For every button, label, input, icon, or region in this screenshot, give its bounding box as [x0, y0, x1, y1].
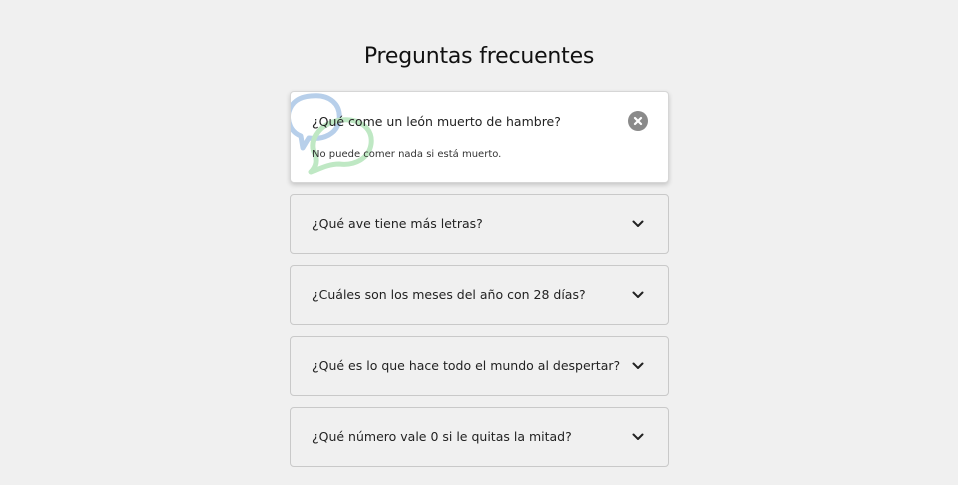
faq-question: ¿Qué come un león muerto de hambre?	[312, 114, 561, 129]
faq-question: ¿Qué número vale 0 si le quitas la mitad…	[312, 429, 572, 444]
faq-item[interactable]: ¿Cuáles son los meses del año con 28 día…	[290, 265, 669, 325]
faq-expand-button[interactable]	[628, 285, 648, 305]
faq-expand-button[interactable]	[628, 356, 648, 376]
faq-list: ¿Qué come un león muerto de hambre? No p…	[290, 91, 669, 478]
speech-bubbles-icon	[291, 93, 374, 175]
faq-question: ¿Qué es lo que hace todo el mundo al des…	[312, 358, 621, 373]
chevron-down-icon	[632, 362, 644, 369]
chevron-down-icon	[632, 433, 644, 440]
faq-close-button[interactable]	[628, 111, 648, 131]
faq-question: ¿Cuáles son los meses del año con 28 día…	[312, 287, 586, 302]
chevron-down-icon	[632, 291, 644, 298]
page-title: Preguntas frecuentes	[363, 44, 595, 69]
faq-expand-button[interactable]	[628, 214, 648, 234]
faq-item[interactable]: ¿Qué ave tiene más letras?	[290, 194, 669, 254]
close-circle-icon	[628, 111, 648, 131]
faq-item[interactable]: ¿Qué come un león muerto de hambre? No p…	[290, 91, 669, 183]
faq-expand-button[interactable]	[628, 427, 648, 447]
faq-answer: No puede comer nada si está muerto.	[312, 149, 502, 160]
faq-page: Preguntas frecuentes ¿Qué come un león m…	[0, 0, 958, 485]
faq-item[interactable]: ¿Qué es lo que hace todo el mundo al des…	[290, 336, 669, 396]
chevron-down-icon	[632, 220, 644, 227]
faq-item[interactable]: ¿Qué número vale 0 si le quitas la mitad…	[290, 407, 669, 467]
faq-question: ¿Qué ave tiene más letras?	[312, 216, 483, 231]
